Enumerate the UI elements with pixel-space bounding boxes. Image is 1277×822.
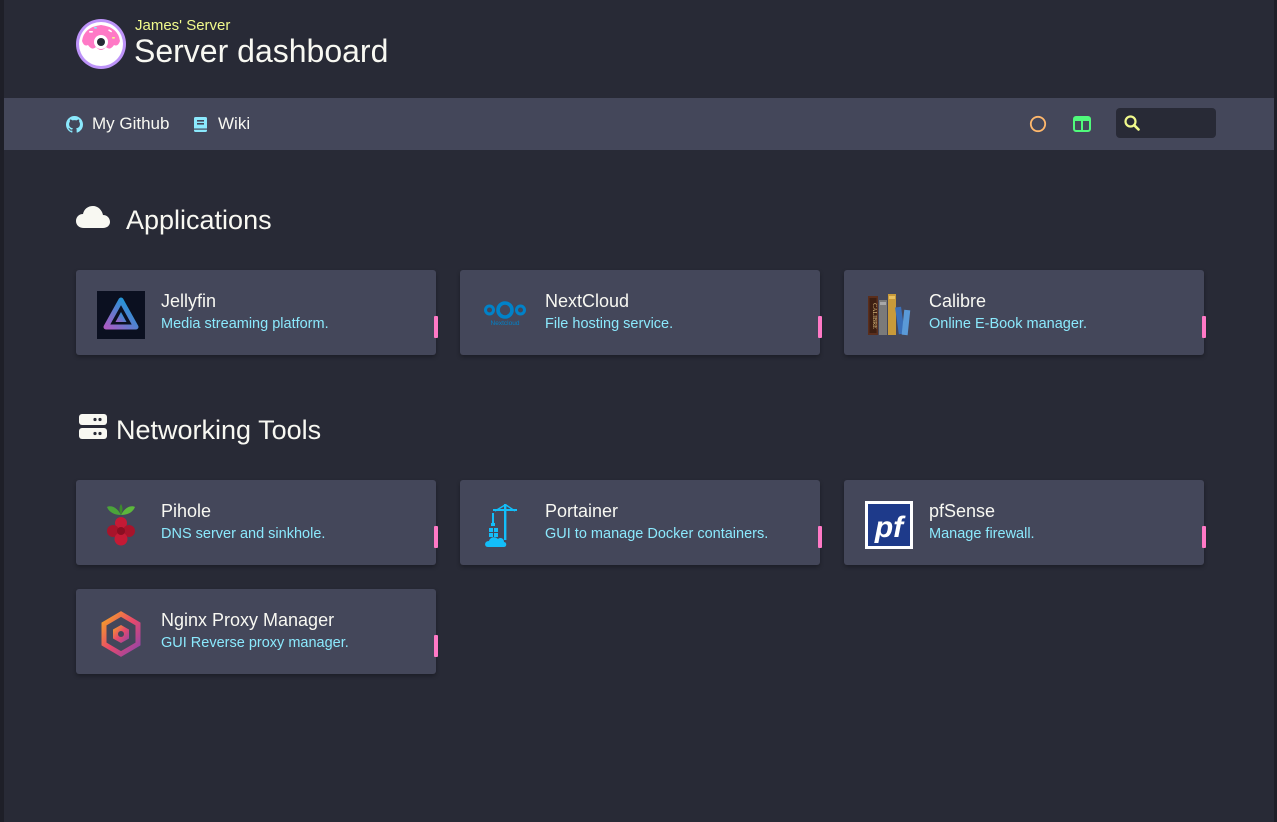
github-icon <box>66 115 83 133</box>
service-card-pihole[interactable]: Pihole DNS server and sinkhole. <box>76 480 438 565</box>
service-card-calibre[interactable]: CALIBRE Calibre Online E-Book manager. <box>844 270 1206 355</box>
service-description: GUI Reverse proxy manager. <box>161 635 349 651</box>
cloud-icon <box>76 204 110 237</box>
nav-link-label: My Github <box>92 114 170 133</box>
service-card-nginx-proxy-manager[interactable]: Nginx Proxy Manager GUI Reverse proxy ma… <box>76 589 438 674</box>
service-name: Pihole <box>161 501 212 521</box>
nav-link-wiki[interactable]: Wiki <box>193 98 250 150</box>
service-name: Nginx Proxy Manager <box>161 610 335 630</box>
service-card-jellyfin[interactable]: Jellyfin Media streaming platform. <box>76 270 438 355</box>
circle-icon <box>1029 115 1047 133</box>
service-name: Jellyfin <box>161 291 217 311</box>
service-description: File hosting service. <box>545 316 674 332</box>
service-name: NextCloud <box>545 291 630 311</box>
layout-toggle-button[interactable] <box>1072 114 1092 134</box>
service-name: pfSense <box>929 501 996 521</box>
nav-link-label: Wiki <box>218 114 251 133</box>
section-title-networking-tools: Networking Tools <box>79 414 321 447</box>
search-icon <box>1123 114 1141 137</box>
service-description: DNS server and sinkhole. <box>161 526 326 542</box>
service-tag-marker <box>818 526 822 548</box>
pfsense-icon: pf <box>865 501 913 549</box>
donut-logo-icon <box>74 17 128 71</box>
service-description: GUI to manage Docker containers. <box>545 526 769 542</box>
service-tag-marker <box>1202 316 1206 338</box>
nextcloud-icon: Nextcloud <box>481 291 529 339</box>
navbar: My Github Wiki <box>4 98 1274 150</box>
svg-text:Nextcloud: Nextcloud <box>491 320 520 327</box>
service-description: Manage firewall. <box>929 526 1035 542</box>
service-tag-marker <box>434 635 438 657</box>
service-description: Media streaming platform. <box>161 316 329 332</box>
service-tag-marker <box>818 316 822 338</box>
nginx-proxy-manager-icon <box>97 610 145 658</box>
pihole-icon <box>97 501 145 549</box>
service-card-portainer[interactable]: Portainer GUI to manage Docker container… <box>460 480 822 565</box>
columns-icon <box>1073 116 1091 132</box>
service-tag-marker <box>1202 526 1206 548</box>
service-card-pfsense[interactable]: pf pfSense Manage firewall. <box>844 480 1206 565</box>
portainer-icon <box>481 501 529 549</box>
jellyfin-icon <box>97 291 145 339</box>
server-icon <box>79 414 107 447</box>
service-name: Portainer <box>545 501 619 521</box>
service-tag-marker <box>434 526 438 548</box>
svg-text:CALIBRE: CALIBRE <box>871 303 877 329</box>
nav-link-github[interactable]: My Github <box>66 98 169 150</box>
server-subtitle: James' Server <box>135 17 231 34</box>
search-box[interactable] <box>1116 108 1216 138</box>
service-tag-marker <box>434 316 438 338</box>
service-name: Calibre <box>929 291 987 311</box>
book-icon <box>193 116 209 133</box>
page-header: James' Server Server dashboard <box>4 0 1274 98</box>
service-card-nextcloud[interactable]: Nextcloud NextCloud File hosting service… <box>460 270 822 355</box>
page-title: Server dashboard <box>134 33 389 69</box>
theme-toggle-button[interactable] <box>1028 114 1048 134</box>
service-description: Online E-Book manager. <box>929 316 1087 332</box>
calibre-icon: CALIBRE <box>865 291 913 339</box>
search-input[interactable] <box>1146 112 1210 134</box>
svg-text:pf: pf <box>874 511 906 544</box>
section-title-applications: Applications <box>76 204 272 237</box>
